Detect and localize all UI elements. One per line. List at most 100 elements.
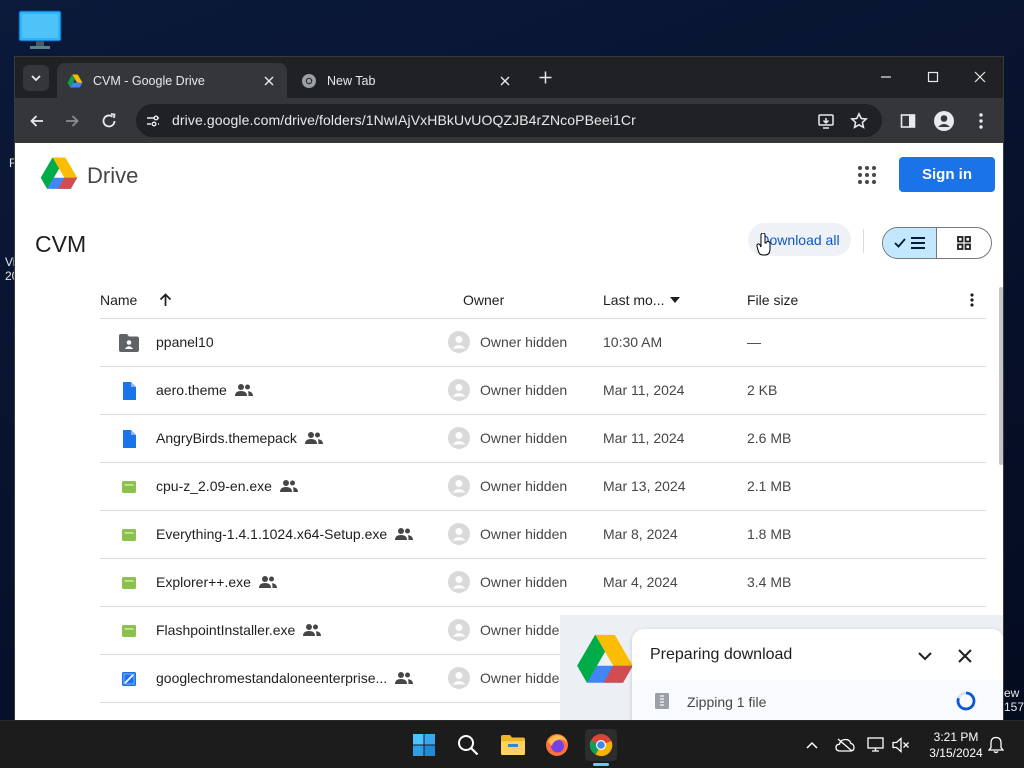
- column-header-modified[interactable]: Last mo...: [603, 292, 681, 308]
- minimize-icon: [881, 76, 891, 78]
- owner-avatar-icon: [448, 475, 470, 497]
- file-explorer-button[interactable]: [497, 729, 529, 761]
- owner-text: Owner hidden: [480, 382, 568, 398]
- chevron-up-icon: [806, 741, 818, 749]
- search-button[interactable]: [452, 729, 484, 761]
- arrow-left-icon: [30, 115, 43, 127]
- close-window-button[interactable]: [957, 63, 1003, 91]
- file-name-text: cpu-z_2.09-en.exe: [156, 478, 272, 494]
- back-button[interactable]: [22, 106, 52, 136]
- minimize-button[interactable]: [863, 63, 909, 91]
- check-list-icon: [893, 237, 925, 249]
- chrome-window: CVM - Google Drive New Tab drive.google.…: [15, 57, 1003, 720]
- arrow-up-icon[interactable]: [159, 293, 172, 307]
- file-name[interactable]: Everything-1.4.1.1024.x64-Setup.exe: [156, 526, 414, 542]
- profile-button[interactable]: [929, 106, 959, 136]
- maximize-button[interactable]: [910, 63, 956, 91]
- file-owner: Owner hidden: [448, 331, 567, 353]
- folder-title: CVM: [35, 231, 87, 257]
- chevron-down-icon[interactable]: [915, 646, 935, 666]
- owner-avatar-icon: [448, 571, 470, 593]
- file-name[interactable]: cpu-z_2.09-en.exe: [156, 478, 298, 494]
- address-bar[interactable]: drive.google.com/drive/folders/1NwIAjVxH…: [136, 104, 882, 137]
- file-size: 2 KB: [747, 382, 778, 398]
- close-icon[interactable]: [955, 646, 975, 666]
- tab-search-button[interactable]: [23, 65, 49, 91]
- file-row[interactable]: cpu-z_2.09-en.exe Owner hidden Mar 13, 2…: [100, 463, 986, 511]
- install-app-icon[interactable]: [816, 111, 836, 131]
- close-tab-icon[interactable]: [261, 73, 277, 89]
- divider: [863, 229, 864, 253]
- file-row[interactable]: AngryBirds.themepack Owner hidden Mar 11…: [100, 415, 986, 463]
- network-tray-button[interactable]: [866, 735, 886, 755]
- google-drive-logo-icon[interactable]: [40, 157, 78, 191]
- download-panel-title: Preparing download: [650, 646, 793, 663]
- installer-file-icon: [122, 672, 136, 686]
- scrollbar-thumb[interactable]: [999, 287, 1003, 465]
- side-panel-button[interactable]: [893, 106, 923, 136]
- owner-text: Owner hidden: [480, 574, 568, 590]
- google-apps-grid-icon[interactable]: [857, 165, 877, 185]
- executable-file-icon: [122, 577, 136, 589]
- file-row[interactable]: aero.theme Owner hidden Mar 11, 2024 2 K…: [100, 367, 986, 415]
- desktop-label-fragment: ew: [1004, 686, 1020, 700]
- chrome-taskbar-button[interactable]: [585, 729, 617, 761]
- sign-in-button[interactable]: Sign in: [899, 157, 995, 192]
- owner-avatar-icon: [448, 523, 470, 545]
- column-header-name[interactable]: Name: [100, 292, 172, 308]
- file-row[interactable]: Everything-1.4.1.1024.x64-Setup.exe Owne…: [100, 511, 986, 559]
- grid-view-button[interactable]: [937, 228, 991, 258]
- desktop-this-pc-icon[interactable]: [18, 10, 62, 50]
- file-owner: Owner hidde: [448, 667, 559, 689]
- site-info-icon[interactable]: [144, 112, 162, 130]
- owner-text: Owner hidden: [480, 478, 568, 494]
- file-row[interactable]: Explorer++.exe Owner hidden Mar 4, 2024 …: [100, 559, 986, 607]
- clock-date: 3/15/2024: [929, 746, 983, 760]
- forward-button[interactable]: [57, 106, 87, 136]
- file-name[interactable]: Explorer++.exe: [156, 574, 277, 590]
- reload-button[interactable]: [94, 106, 124, 136]
- firefox-button[interactable]: [541, 729, 573, 761]
- download-panel: Preparing download Zipping 1 file: [632, 629, 1003, 720]
- maximize-icon: [927, 71, 939, 83]
- chrome-icon: [589, 734, 613, 757]
- shared-people-icon: [279, 480, 298, 492]
- view-toggle: [882, 227, 992, 259]
- owner-text: Owner hidde: [480, 622, 560, 638]
- file-modified: Mar 4, 2024: [603, 574, 678, 590]
- tab-new-tab[interactable]: New Tab: [291, 63, 523, 98]
- owner-avatar-icon: [448, 667, 470, 689]
- start-button[interactable]: [408, 729, 440, 761]
- volume-tray-button[interactable]: [891, 735, 911, 755]
- close-tab-icon[interactable]: [497, 73, 513, 89]
- file-name[interactable]: googlechromestandaloneenterprise...: [156, 670, 414, 686]
- file-size: 3.4 MB: [747, 574, 792, 590]
- chrome-menu-button[interactable]: [966, 106, 996, 136]
- list-view-button[interactable]: [883, 228, 938, 258]
- file-name[interactable]: aero.theme: [156, 382, 253, 398]
- file-modified: 10:30 AM: [603, 334, 663, 350]
- file-name[interactable]: ppanel10: [156, 334, 214, 350]
- column-header-owner[interactable]: Owner: [463, 292, 504, 308]
- shared-people-icon: [234, 384, 253, 396]
- notifications-button[interactable]: [986, 735, 1006, 755]
- file-list-header: Name Owner Last mo... File size: [100, 283, 986, 319]
- onedrive-tray-button[interactable]: [835, 735, 855, 755]
- google-drive-logo-icon: [577, 634, 633, 683]
- file-name[interactable]: FlashpointInstaller.exe: [156, 622, 322, 638]
- bookmark-star-icon[interactable]: [849, 111, 869, 131]
- owner-text: Owner hidden: [480, 526, 568, 542]
- show-hidden-icons-button[interactable]: [802, 735, 822, 755]
- tab-google-drive[interactable]: CVM - Google Drive: [57, 63, 287, 98]
- browser-toolbar: drive.google.com/drive/folders/1NwIAjVxH…: [15, 98, 1003, 143]
- desktop-label-fragment: Vi: [5, 255, 16, 269]
- file-row[interactable]: ppanel10 Owner hidden 10:30 AM —: [100, 319, 986, 367]
- column-header-size[interactable]: File size: [747, 292, 798, 308]
- taskbar-clock[interactable]: 3:21 PM 3/15/2024: [920, 729, 992, 761]
- folder-icon: [501, 735, 525, 755]
- tab-title: CVM - Google Drive: [93, 73, 205, 88]
- more-options-button[interactable]: [970, 293, 974, 307]
- file-name[interactable]: AngryBirds.themepack: [156, 430, 323, 446]
- new-tab-button[interactable]: [533, 65, 557, 89]
- drive-brand-label[interactable]: Drive: [87, 163, 138, 189]
